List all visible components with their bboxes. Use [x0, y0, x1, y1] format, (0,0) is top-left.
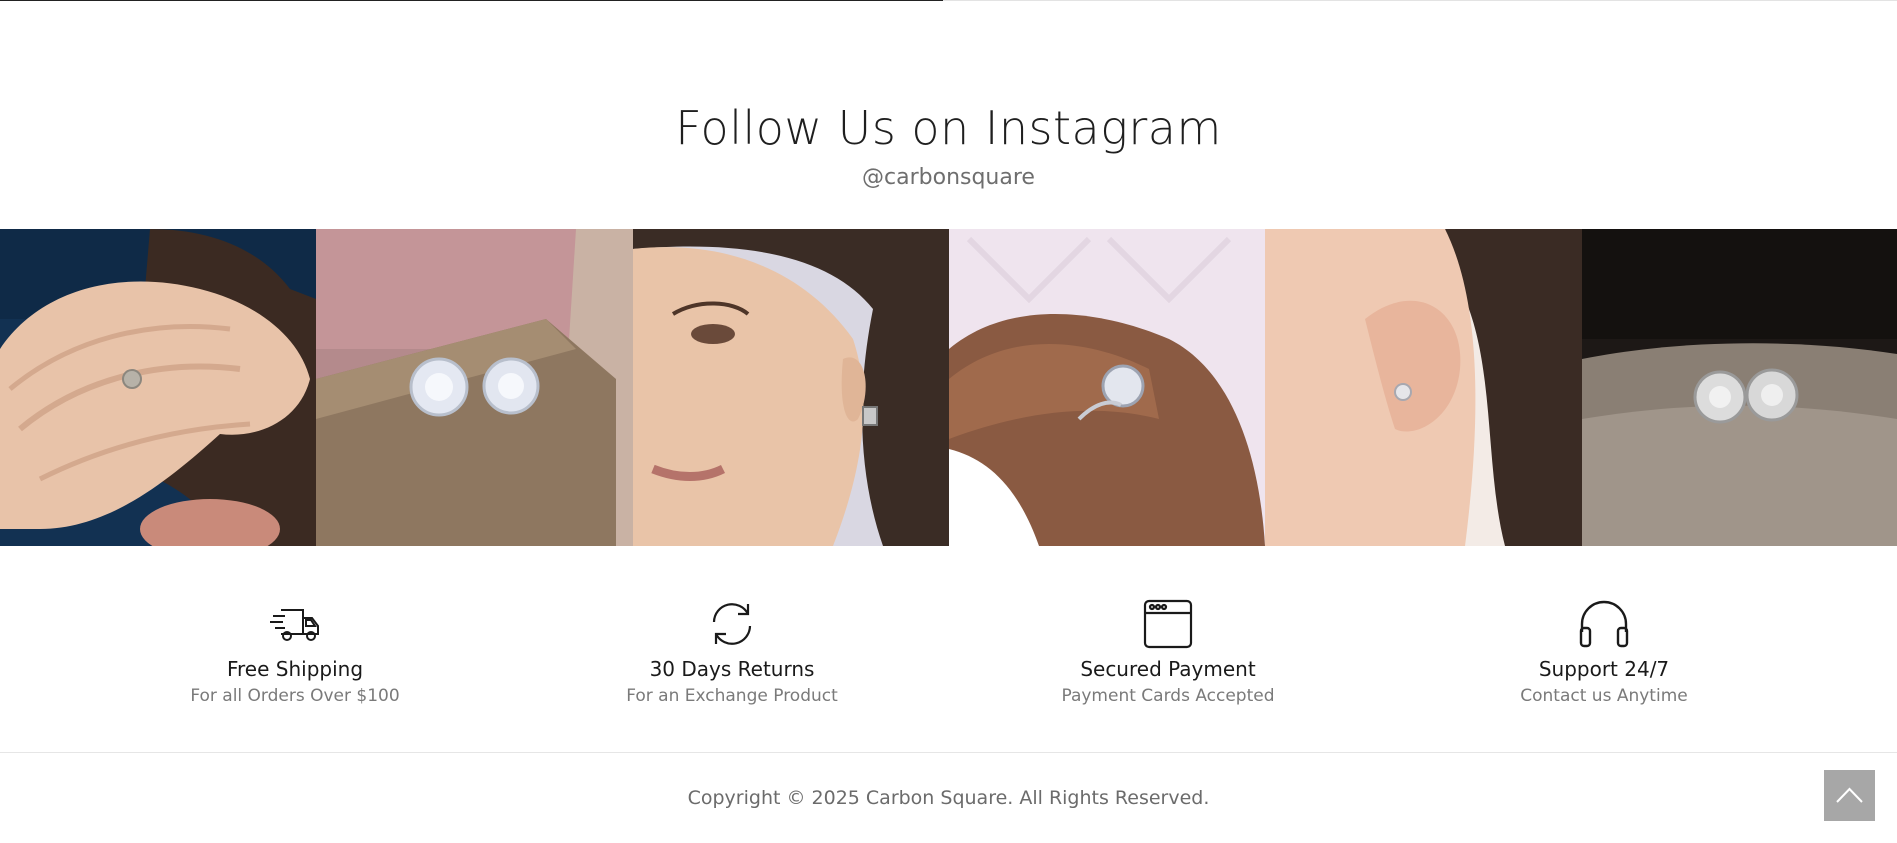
feature-secured-payment: Secured Payment Payment Cards Accepted: [978, 598, 1358, 707]
instagram-handle[interactable]: @carbonsquare: [0, 162, 1897, 194]
feature-subtitle: Payment Cards Accepted: [1061, 686, 1275, 706]
instagram-post-stud-pair[interactable]: [1582, 229, 1897, 546]
delivery-truck-icon: [270, 609, 319, 641]
woman-earring-portrait-photo: [633, 229, 949, 546]
stud-earrings-on-box-photo: [316, 229, 633, 546]
feature-title: Support 24/7: [1538, 657, 1670, 681]
instagram-heading: Follow Us on Instagram: [675, 101, 1222, 155]
feature-title: 30 Days Returns: [649, 657, 815, 681]
feature-subtitle: For an Exchange Product: [626, 686, 838, 706]
top-divider: [0, 0, 1897, 2]
copyright-text: Copyright © 2025 Carbon Square. All Righ…: [687, 787, 1210, 809]
hands-ring-photo: [0, 229, 316, 546]
divider-dark-segment: [0, 0, 943, 1]
feature-subtitle: For all Orders Over $100: [190, 686, 400, 706]
instagram-post-ear-stud[interactable]: [1265, 229, 1582, 546]
instagram-post-woman-portrait[interactable]: [633, 229, 949, 546]
instagram-gallery: [0, 229, 1897, 546]
instagram-post-solitaire-ring[interactable]: [949, 229, 1265, 546]
return-arrows-icon: [712, 603, 752, 645]
feature-title: Free Shipping: [226, 657, 364, 681]
back-to-top-button[interactable]: [1824, 770, 1875, 821]
instagram-post-earrings-box[interactable]: [316, 229, 633, 546]
stud-pair-closeup-photo: [1582, 229, 1897, 546]
features-bar: Free Shipping For all Orders Over $100 3…: [0, 598, 1897, 708]
chevron-up-icon: [1836, 787, 1863, 803]
browser-window-icon: [1143, 599, 1193, 649]
feature-returns: 30 Days Returns For an Exchange Product: [542, 598, 922, 707]
feature-subtitle: Contact us Anytime: [1520, 686, 1688, 706]
divider-light-segment: [943, 0, 1897, 1]
headphones-icon: [1579, 600, 1629, 648]
footer-divider: [0, 752, 1897, 753]
feature-title: Secured Payment: [1080, 657, 1256, 681]
feature-free-shipping: Free Shipping For all Orders Over $100: [105, 598, 485, 707]
feature-support: Support 24/7 Contact us Anytime: [1414, 598, 1794, 707]
instagram-post-hands-ring[interactable]: [0, 229, 316, 546]
solitaire-ring-hand-photo: [949, 229, 1265, 546]
ear-stud-photo: [1265, 229, 1582, 546]
